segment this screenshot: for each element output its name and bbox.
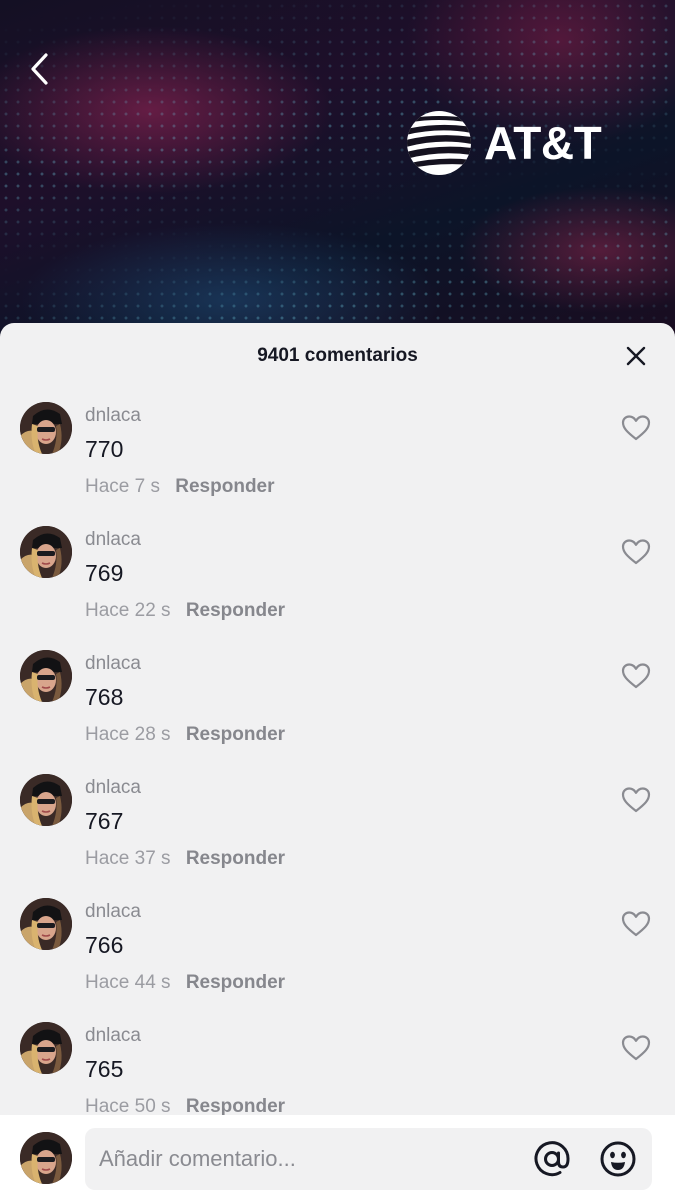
comment-item: dnlaca 768 Hace 28 s Responder	[0, 637, 675, 761]
comment-meta: Hace 44 s Responder	[85, 972, 285, 994]
comment-time: Hace 37 s	[85, 848, 171, 869]
comment-time: Hace 22 s	[85, 600, 171, 621]
like-button[interactable]	[621, 786, 651, 814]
user-avatar-image	[20, 898, 72, 950]
comment-text: 769	[85, 560, 124, 586]
comment-composer	[0, 1115, 675, 1200]
user-avatar-image	[20, 650, 72, 702]
comment-text: 770	[85, 436, 124, 462]
comment-text: 767	[85, 808, 124, 834]
user-avatar-image	[20, 526, 72, 578]
brand-name: AT&T	[484, 117, 602, 169]
comment-time: Hace 44 s	[85, 972, 171, 993]
avatar[interactable]	[20, 898, 72, 950]
brand-logo: AT&T	[406, 110, 602, 176]
like-button[interactable]	[621, 662, 651, 690]
comment-username[interactable]: dnlaca	[85, 529, 141, 551]
comments-sheet: 9401 comentarios dnlaca 770 Hace 7 s Res…	[0, 323, 675, 1200]
comment-meta: Hace 50 s Responder	[85, 1096, 285, 1115]
sheet-header: 9401 comentarios	[0, 323, 675, 389]
emoji-icon	[600, 1141, 636, 1177]
avatar[interactable]	[20, 1022, 72, 1074]
comment-meta: Hace 22 s Responder	[85, 600, 285, 622]
comment-meta: Hace 28 s Responder	[85, 724, 285, 746]
comment-time: Hace 28 s	[85, 724, 171, 745]
reply-button[interactable]: Responder	[186, 1096, 285, 1115]
user-avatar-image	[20, 1132, 72, 1184]
like-button[interactable]	[621, 910, 651, 938]
comment-username[interactable]: dnlaca	[85, 405, 141, 427]
comment-item: dnlaca 767 Hace 37 s Responder	[0, 761, 675, 885]
comment-item: dnlaca 769 Hace 22 s Responder	[0, 513, 675, 637]
heart-outline-icon	[621, 911, 651, 937]
avatar[interactable]	[20, 650, 72, 702]
comment-item: dnlaca 770 Hace 7 s Responder	[0, 389, 675, 513]
my-avatar	[20, 1132, 72, 1184]
like-button[interactable]	[621, 1034, 651, 1062]
user-avatar-image	[20, 774, 72, 826]
heart-outline-icon	[621, 663, 651, 689]
reply-button[interactable]: Responder	[186, 972, 285, 993]
att-globe-logo	[407, 111, 471, 175]
chevron-left-icon	[31, 53, 48, 85]
mention-button[interactable]	[532, 1139, 572, 1179]
like-button[interactable]	[621, 538, 651, 566]
comment-input-box[interactable]	[85, 1128, 652, 1190]
comment-text: 768	[85, 684, 124, 710]
at-sign-icon	[534, 1141, 570, 1177]
comment-meta: Hace 7 s Responder	[85, 476, 275, 498]
reply-button[interactable]: Responder	[175, 476, 274, 497]
close-button[interactable]	[625, 345, 647, 367]
comment-item: dnlaca 766 Hace 44 s Responder	[0, 885, 675, 1009]
comments-count-title: 9401 comentarios	[257, 345, 418, 366]
close-icon	[626, 346, 646, 366]
heart-outline-icon	[621, 415, 651, 441]
reply-button[interactable]: Responder	[186, 600, 285, 621]
reply-button[interactable]: Responder	[186, 848, 285, 869]
comment-input[interactable]	[85, 1128, 532, 1190]
comment-time: Hace 50 s	[85, 1096, 171, 1115]
heart-outline-icon	[621, 1035, 651, 1061]
emoji-button[interactable]	[598, 1139, 638, 1179]
comment-username[interactable]: dnlaca	[85, 901, 141, 923]
comment-time: Hace 7 s	[85, 476, 160, 497]
heart-outline-icon	[621, 539, 651, 565]
comment-username[interactable]: dnlaca	[85, 777, 141, 799]
user-avatar-image	[20, 1022, 72, 1074]
user-avatar-image	[20, 402, 72, 454]
avatar[interactable]	[20, 526, 72, 578]
comment-username[interactable]: dnlaca	[85, 1025, 141, 1047]
back-button[interactable]	[22, 50, 56, 88]
like-button[interactable]	[621, 414, 651, 442]
reply-button[interactable]: Responder	[186, 724, 285, 745]
avatar[interactable]	[20, 402, 72, 454]
comment-meta: Hace 37 s Responder	[85, 848, 285, 870]
comment-text: 766	[85, 932, 124, 958]
avatar[interactable]	[20, 774, 72, 826]
comment-list[interactable]: dnlaca 770 Hace 7 s Responder dnlaca 769…	[0, 389, 675, 1115]
comment-item: dnlaca 765 Hace 50 s Responder	[0, 1009, 675, 1115]
comment-username[interactable]: dnlaca	[85, 653, 141, 675]
heart-outline-icon	[621, 787, 651, 813]
comment-text: 765	[85, 1056, 124, 1082]
